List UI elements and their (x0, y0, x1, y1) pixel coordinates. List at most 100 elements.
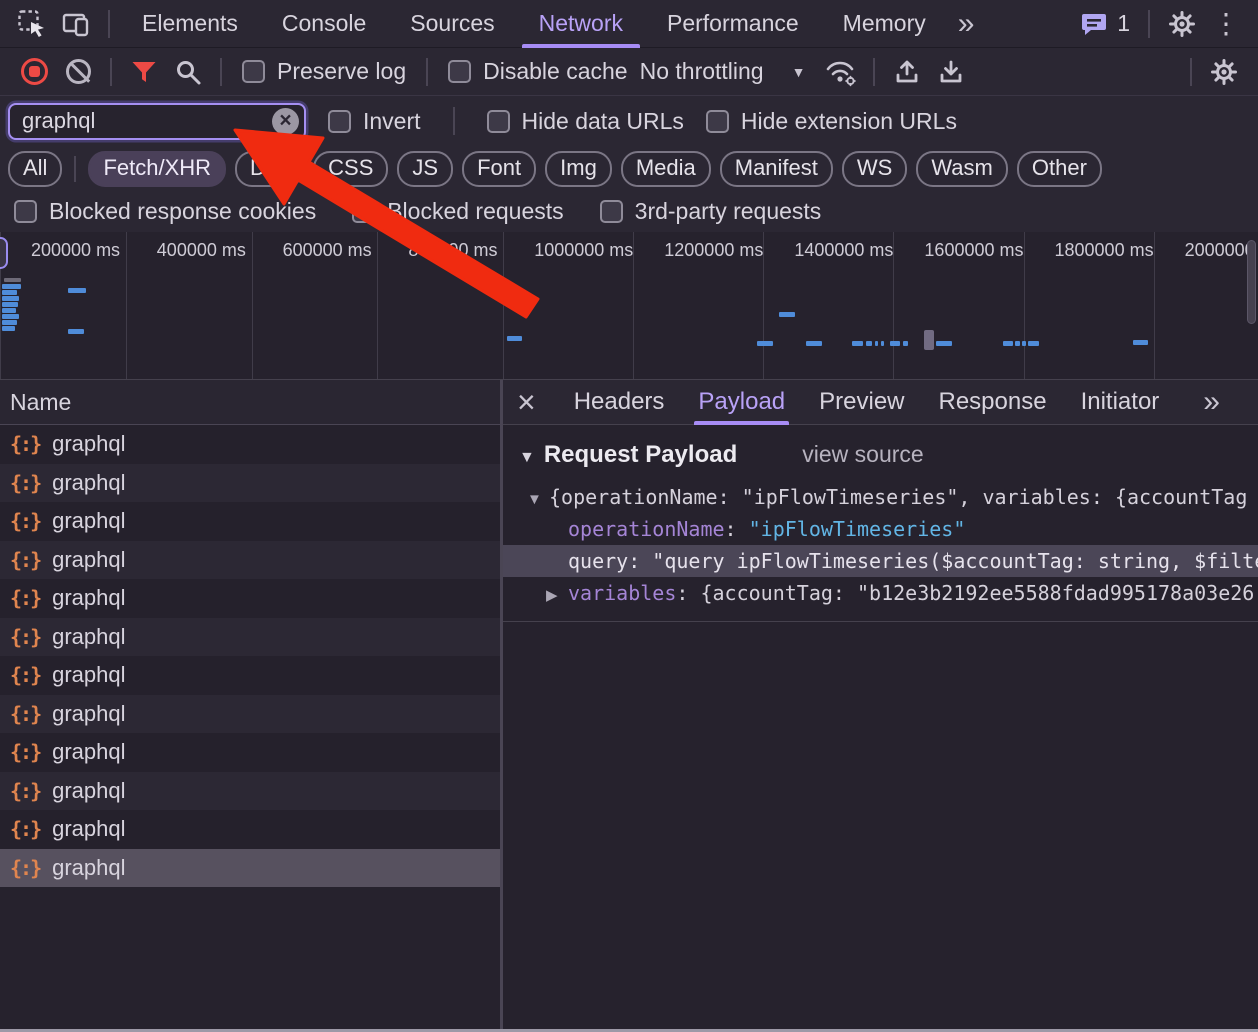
request-row[interactable]: {:} graphql (0, 810, 500, 849)
devtools-tabbar: Elements Console Sources Network Performance… (0, 0, 1258, 48)
chip-ws[interactable]: WS (841, 150, 908, 187)
network-overview-timeline[interactable]: 200000 ms 400000 ms 600000 ms 800000 ms 1000… (0, 232, 1258, 380)
request-row[interactable]: {:} graphql (0, 463, 500, 502)
search-icon[interactable] (166, 50, 210, 94)
timeline-scroll-handle[interactable] (0, 237, 8, 269)
device-toolbar-icon[interactable] (54, 2, 98, 46)
tab-console[interactable]: Console (260, 0, 388, 48)
request-row[interactable]: {:} graphql (0, 656, 500, 695)
json-tree-row[interactable]: operationName: "ipFlowTimeseries" (503, 513, 1258, 545)
tab-sources[interactable]: Sources (388, 0, 516, 48)
chip-fetch-xhr[interactable]: Fetch/XHR (88, 150, 227, 187)
detail-tab-initiator[interactable]: Initiator (1081, 380, 1160, 425)
settings-gear-icon[interactable] (1160, 2, 1204, 46)
preserve-log-checkbox[interactable] (242, 60, 265, 83)
waterfall-bar (757, 341, 773, 346)
request-row[interactable]: {:} graphql (0, 771, 500, 810)
detail-tab-headers[interactable]: Headers (574, 380, 665, 425)
json-braces-icon: {:} (10, 586, 42, 611)
json-tree-row[interactable]: ▼ {operationName: "ipFlowTimeseries", var… (503, 481, 1258, 513)
chip-css[interactable]: CSS (313, 150, 389, 187)
chip-font[interactable]: Font (462, 150, 537, 187)
json-plain-text: {operationName: "ipFlowTimeseries", vari… (549, 485, 1248, 509)
request-row[interactable]: {:} graphql (0, 694, 500, 733)
waterfall-bar (1015, 341, 1020, 346)
chip-js[interactable]: JS (397, 150, 454, 187)
3rd-party-requests-checkbox[interactable] (599, 200, 623, 223)
timeline-scrollbar-thumb[interactable] (1247, 240, 1256, 324)
network-settings-gear-icon[interactable] (1202, 50, 1246, 94)
tab-memory[interactable]: Memory (821, 0, 948, 48)
tree-caret-icon[interactable]: ▼ (527, 484, 549, 513)
chip-img[interactable]: Img (545, 150, 612, 187)
detail-tabbar: × Headers Payload Preview Response Initiator… (503, 380, 1258, 425)
waterfall-bar (2, 302, 18, 307)
filter-funnel-icon[interactable] (122, 50, 166, 94)
blocked-response-cookies-checkbox[interactable] (14, 200, 37, 223)
chip-media[interactable]: Media (620, 150, 711, 187)
devtools-window: Elements Console Sources Network Performance… (0, 0, 1258, 1032)
json-key-text: variables (568, 581, 677, 605)
clear-filter-icon[interactable]: × (272, 107, 299, 135)
kebab-menu-icon[interactable]: ⋮ (1204, 2, 1248, 46)
chip-doc[interactable]: Doc (235, 150, 305, 187)
network-conditions-icon[interactable] (819, 50, 863, 94)
blocked-requests-checkbox[interactable] (352, 200, 376, 223)
detail-tab-preview[interactable]: Preview (819, 380, 904, 425)
waterfall-bar (2, 296, 19, 301)
issues-button[interactable]: 1 (1072, 10, 1138, 38)
detail-tab-response[interactable]: Response (939, 380, 1047, 425)
tab-elements[interactable]: Elements (120, 0, 260, 48)
detail-tab-payload[interactable]: Payload (694, 380, 789, 425)
issues-count: 1 (1117, 10, 1130, 36)
request-row[interactable]: {:} graphql (0, 425, 500, 464)
request-row[interactable]: {:} graphql (0, 733, 500, 772)
more-detail-tabs-icon[interactable]: » (1193, 385, 1228, 419)
request-row[interactable]: {:} graphql (0, 617, 500, 656)
view-source-link[interactable]: view source (802, 441, 923, 468)
clear-network-log-icon[interactable] (56, 50, 100, 94)
chip-all[interactable]: All (8, 150, 63, 187)
export-har-icon[interactable] (929, 50, 973, 94)
name-column-header[interactable]: Name (0, 380, 500, 425)
tab-network[interactable]: Network (517, 0, 645, 48)
more-panels-icon[interactable]: » (948, 7, 983, 41)
request-row[interactable]: {:} graphql (0, 502, 500, 541)
json-tree-row[interactable]: ▶ variables: {accountTag: "b12e3b2192ee55… (503, 577, 1258, 609)
disable-cache-checkbox[interactable] (448, 60, 472, 83)
collapse-caret-icon[interactable]: ▼ (519, 449, 535, 467)
hide-data-urls-checkbox[interactable] (486, 109, 510, 133)
request-name: graphql (52, 623, 126, 649)
timeline-tick-label: 600000 ms (282, 240, 372, 260)
import-har-icon[interactable] (885, 50, 929, 94)
inspect-element-icon[interactable] (10, 2, 54, 46)
waterfall-bar (866, 341, 872, 346)
waterfall-bar (936, 341, 952, 346)
record-network-log-button[interactable] (12, 50, 56, 94)
request-name: graphql (52, 777, 126, 803)
request-row[interactable]: {:} graphql (0, 848, 500, 887)
lower-split: Name {:} graphql {:} graphql {:} graphql {:} gr… (0, 380, 1258, 1032)
request-name: graphql (52, 585, 126, 611)
request-name: graphql (52, 469, 126, 495)
request-row[interactable]: {:} graphql (0, 579, 500, 618)
invert-checkbox[interactable] (328, 109, 351, 133)
divider (426, 57, 429, 86)
filter-input[interactable] (10, 108, 304, 134)
request-row[interactable]: {:} graphql (0, 540, 500, 579)
throttling-select[interactable]: No throttling ▼ (640, 58, 806, 85)
timeline-tick-label: 800000 ms (408, 240, 498, 260)
chip-wasm[interactable]: Wasm (916, 150, 1008, 187)
request-detail-pane: × Headers Payload Preview Response Initiator… (503, 380, 1258, 1032)
request-name: graphql (52, 816, 126, 842)
hide-extension-urls-checkbox[interactable] (705, 109, 729, 133)
tabbar-right-controls: 1 ⋮ (1072, 2, 1248, 46)
request-name: graphql (52, 662, 126, 688)
chip-manifest[interactable]: Manifest (719, 150, 833, 187)
json-tree-row[interactable]: query: "query ipFlowTimeseries($accountT… (503, 545, 1258, 577)
tab-performance[interactable]: Performance (645, 0, 821, 48)
tree-caret-icon[interactable]: ▶ (546, 580, 568, 609)
request-name: graphql (52, 508, 126, 534)
close-detail-icon[interactable]: × (517, 386, 536, 418)
chip-other[interactable]: Other (1016, 150, 1102, 187)
